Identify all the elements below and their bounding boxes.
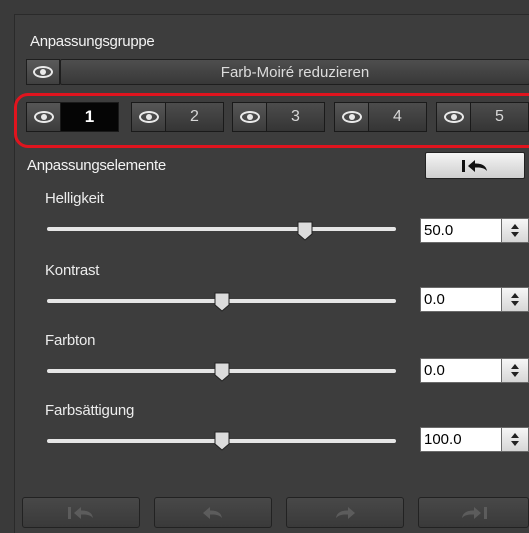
last-step-icon	[461, 506, 487, 519]
brightness-value[interactable]: 50.0	[420, 218, 502, 243]
eye-icon	[33, 66, 53, 78]
first-step-button[interactable]	[22, 497, 140, 528]
redo-button[interactable]	[286, 497, 404, 528]
brightness-label: Helligkeit	[45, 190, 104, 207]
arrow-down-icon[interactable]	[511, 232, 519, 237]
undo-button[interactable]	[154, 497, 272, 528]
first-step-icon	[68, 506, 93, 519]
adjustment-group-title: Anpassungsgruppe	[30, 33, 155, 50]
reset-to-start-icon	[462, 159, 487, 172]
arrow-up-icon[interactable]	[511, 364, 519, 369]
saturation-slider-thumb[interactable]	[214, 431, 230, 451]
contrast-label: Kontrast	[45, 262, 100, 279]
arrow-down-icon[interactable]	[511, 441, 519, 446]
adjustment-elements-title: Anpassungselemente	[27, 157, 166, 174]
saturation-label: Farbsättigung	[45, 402, 135, 419]
contrast-spinbox[interactable]: 0.0	[420, 287, 529, 312]
saturation-spinbox[interactable]: 100.0	[420, 427, 529, 452]
brightness-spinbox[interactable]: 50.0	[420, 218, 529, 243]
arrow-down-icon[interactable]	[511, 372, 519, 377]
hue-spinbox[interactable]: 0.0	[420, 358, 529, 383]
hue-value[interactable]: 0.0	[420, 358, 502, 383]
arrow-up-icon[interactable]	[511, 293, 519, 298]
group-selector[interactable]: Farb-Moiré reduzieren	[60, 59, 529, 85]
brightness-slider-thumb[interactable]	[297, 221, 313, 241]
brightness-stepper[interactable]	[502, 218, 529, 243]
hue-slider-thumb[interactable]	[214, 362, 230, 382]
saturation-value[interactable]: 100.0	[420, 427, 502, 452]
arrow-up-icon[interactable]	[511, 224, 519, 229]
contrast-value[interactable]: 0.0	[420, 287, 502, 312]
reset-button[interactable]	[425, 152, 525, 179]
highlight-ring	[14, 93, 529, 148]
contrast-slider-thumb[interactable]	[214, 292, 230, 312]
undo-icon	[203, 506, 222, 519]
contrast-stepper[interactable]	[502, 287, 529, 312]
last-step-button[interactable]	[418, 497, 529, 528]
arrow-down-icon[interactable]	[511, 301, 519, 306]
hue-stepper[interactable]	[502, 358, 529, 383]
hue-label: Farbton	[45, 332, 96, 349]
group-visibility-toggle[interactable]	[26, 59, 60, 85]
brightness-slider-track[interactable]	[47, 227, 396, 231]
saturation-stepper[interactable]	[502, 427, 529, 452]
redo-icon	[336, 506, 355, 519]
arrow-up-icon[interactable]	[511, 433, 519, 438]
group-selector-label: Farb-Moiré reduzieren	[220, 64, 370, 81]
